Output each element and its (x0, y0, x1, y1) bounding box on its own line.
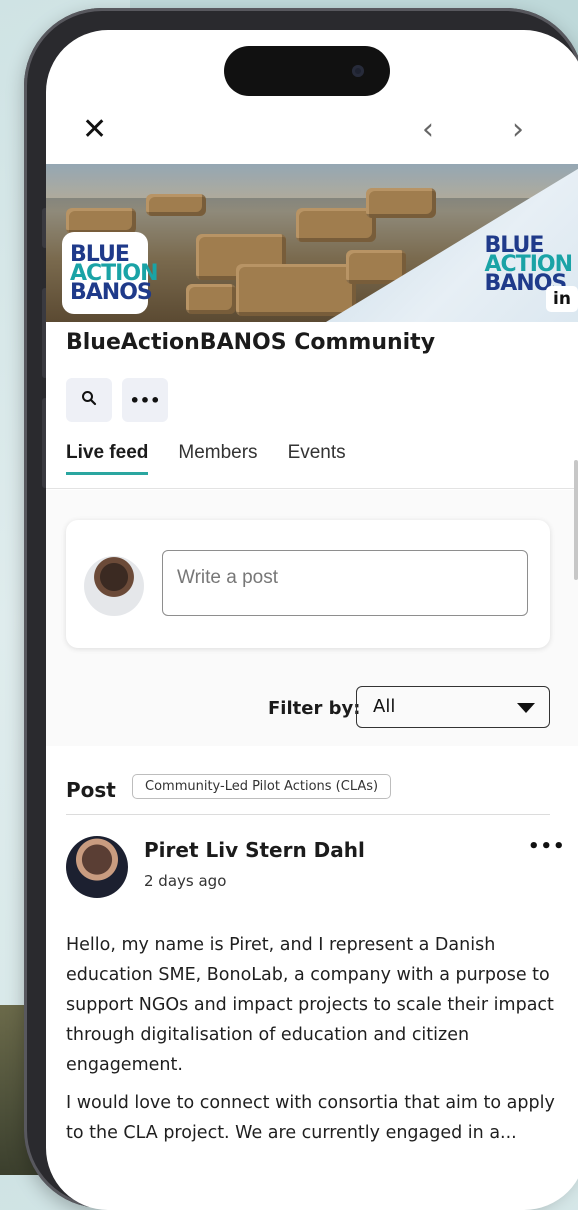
scrollbar[interactable] (574, 460, 578, 580)
banner-rock (236, 264, 356, 316)
banner-rock (146, 194, 206, 216)
banner-rock (66, 208, 136, 234)
filter-select[interactable]: All (356, 686, 550, 728)
avatar (84, 556, 144, 616)
linkedin-icon[interactable]: in (546, 286, 578, 312)
search-icon (81, 390, 97, 410)
post-paragraph: Hello, my name is Piret, and I represent… (66, 935, 554, 1075)
more-options-button[interactable]: ••• (122, 378, 168, 422)
category-badge[interactable]: Community-Led Pilot Actions (CLAs) (132, 774, 392, 799)
banner-logo-right: BLUE ACTION BANOS (485, 235, 573, 295)
filter-label: Filter by: (268, 698, 361, 719)
post-composer: Write a post (66, 520, 550, 648)
tab-live-feed[interactable]: Live feed (66, 442, 149, 475)
phone-screen: ✕ ‹ › BLUE ACTION BANOS BLUE ACTION BANO… (46, 30, 578, 1210)
dynamic-island (224, 46, 390, 96)
chevron-left-icon[interactable]: ‹ (422, 112, 434, 148)
tab-members[interactable]: Members (178, 442, 257, 475)
logo-line-3: BANOS (70, 279, 153, 305)
tab-bar: Live feed Members Events (66, 442, 346, 475)
page-title: BlueActionBANOS Community (66, 330, 436, 355)
community-banner: BLUE ACTION BANOS BLUE ACTION BANOS in (46, 164, 578, 322)
banner-sea (46, 164, 578, 198)
filter-selected-value: All (373, 696, 396, 717)
close-icon[interactable]: ✕ (82, 112, 107, 148)
chevron-down-icon (517, 703, 535, 713)
search-button[interactable] (66, 378, 112, 422)
post-type-label: Post (66, 778, 116, 802)
post-paragraph: I would love to connect with consortia t… (66, 1093, 555, 1143)
author-avatar[interactable] (66, 836, 128, 898)
tab-divider (46, 488, 578, 489)
tab-events[interactable]: Events (288, 442, 346, 475)
post-more-options-button[interactable]: ••• (528, 836, 566, 857)
banner-rock (296, 208, 376, 242)
write-post-input[interactable]: Write a post (162, 550, 528, 616)
author-name[interactable]: Piret Liv Stern Dahl (144, 838, 365, 862)
chevron-right-icon[interactable]: › (512, 112, 524, 148)
banner-rock (366, 188, 436, 218)
camera-icon (352, 65, 364, 77)
post-timestamp: 2 days ago (144, 872, 227, 890)
community-logo: BLUE ACTION BANOS (62, 232, 158, 314)
top-nav: ✕ ‹ › (46, 112, 578, 152)
post-divider (66, 814, 550, 815)
banner-rock (186, 284, 236, 314)
post-body: Hello, my name is Piret, and I represent… (66, 930, 556, 1156)
